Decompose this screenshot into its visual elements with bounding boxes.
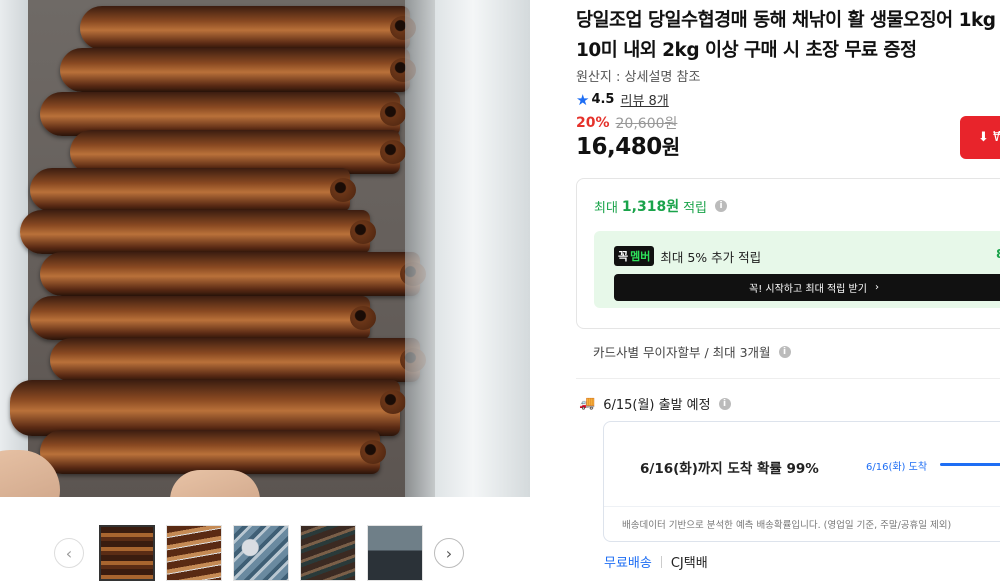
- hand-shape: [170, 470, 260, 497]
- points-suffix: 적립: [683, 200, 708, 216]
- divider: [576, 378, 1000, 379]
- squid-shape: [20, 210, 376, 254]
- coupon-download-button[interactable]: ⬇ ₩: [960, 116, 1000, 159]
- thumbnail-image: [101, 527, 153, 579]
- squid-shape: [40, 252, 426, 296]
- sale-price: 16,480원: [576, 131, 680, 160]
- squid-shape: [60, 48, 416, 92]
- thumbnail-image: [301, 526, 355, 580]
- member-cta-button[interactable]: 꼭! 시작하고 최대 적립 받기 ›: [614, 274, 1000, 301]
- squid-shape: [30, 168, 356, 212]
- thumbnail-image: [234, 526, 288, 580]
- points-box: 최대 1,318원 적립 i 꼭멤버 최대 5% 추가 적립 8 꼭! 시작하고…: [576, 178, 1000, 329]
- chevron-right-glyph: ›: [445, 543, 453, 563]
- squid-shape: [10, 380, 406, 436]
- free-shipping-label: 무료배송: [604, 556, 652, 571]
- star-icon: ★: [576, 90, 590, 109]
- member-badge-right: 멤버: [630, 250, 651, 263]
- departure-text: 6/15(월) 출발 예정: [603, 398, 711, 413]
- chevron-right-icon[interactable]: ›: [434, 538, 464, 568]
- member-benefit-box: 꼭멤버 최대 5% 추가 적립 8 꼭! 시작하고 최대 적립 받기 ›: [594, 231, 1000, 308]
- member-badge: 꼭 멤버: [614, 246, 655, 266]
- info-icon[interactable]: i: [715, 200, 728, 212]
- download-icon: ⬇ ₩: [978, 130, 1000, 145]
- discount-rate: 20%: [576, 115, 610, 131]
- thumbnail-2[interactable]: [166, 525, 222, 581]
- member-row: 꼭 멤버 최대 5% 추가 적립: [614, 246, 761, 266]
- price-value: 16,480: [576, 134, 662, 160]
- price-unit: 원: [661, 135, 680, 159]
- review-link[interactable]: 리뷰 8개: [620, 90, 668, 109]
- points-amount: 1,318원: [621, 199, 680, 215]
- eta-note: 배송데이터 기반으로 분석한 예측 배송확률입니다. (영업일 기준, 주말/공…: [604, 506, 1000, 531]
- rating-row: ★ 4.5 리뷰 8개: [576, 90, 669, 110]
- eta-progress-bar: [940, 463, 1000, 466]
- thumbnail-1[interactable]: [99, 525, 155, 581]
- squid-shape: [40, 430, 386, 474]
- truck-icon: 🚚: [579, 396, 596, 411]
- product-title: 당일조업 당일수협경매 동해 채낚이 활 생물오징어 1kg 10미 내외 2k…: [576, 10, 996, 61]
- shipping-method: 무료배송 CJ택배: [604, 552, 708, 571]
- carrier-label: CJ택배: [670, 556, 708, 571]
- member-cta-label: 꼭! 시작하고 최대 적립 받기: [749, 284, 867, 295]
- squid-shape: [30, 296, 376, 340]
- installment-info: 카드사별 무이자할부 / 최대 3개월 i: [593, 342, 791, 361]
- chevron-left-icon[interactable]: ‹: [54, 538, 84, 568]
- chevron-right-icon: ›: [874, 282, 879, 293]
- product-main-image[interactable]: [0, 0, 530, 497]
- original-price: 20,600원: [615, 116, 678, 132]
- member-badge-left: 꼭: [618, 250, 629, 263]
- eta-main-text: 6/16(화)까지 도착 확률 99%: [640, 461, 819, 477]
- max-points: 최대 1,318원 적립 i: [594, 196, 728, 216]
- box-wall: [435, 0, 530, 497]
- points-prefix: 최대: [594, 200, 618, 216]
- squid-shape: [50, 338, 426, 382]
- info-icon[interactable]: i: [778, 345, 791, 358]
- thumbnail-image: [167, 526, 221, 580]
- eta-label: 6/16(화) 도착: [866, 462, 928, 473]
- installment-text: 카드사별 무이자할부 / 최대 3개월: [593, 345, 771, 360]
- member-text: 최대 5% 추가 적립: [660, 249, 762, 265]
- squid-shape: [80, 6, 416, 50]
- info-icon[interactable]: i: [718, 397, 731, 410]
- thumbnail-4[interactable]: [300, 525, 356, 581]
- separator: [660, 555, 662, 568]
- discount-row: 20% 20,600원: [576, 113, 677, 133]
- thumbnail-3[interactable]: [233, 525, 289, 581]
- thumbnail-5[interactable]: [367, 525, 423, 581]
- delivery-estimate-box: 6/16(화)까지 도착 확률 99% 6/16(화) 도착 배송데이터 기반으…: [603, 421, 1000, 542]
- member-right-value: 8: [996, 246, 1000, 261]
- origin-text: 원산지 : 상세설명 참조: [576, 70, 701, 85]
- thumbnail-image: [368, 526, 422, 580]
- shipping-departure: 🚚 6/15(월) 출발 예정 i: [579, 394, 731, 413]
- chevron-left-glyph: ‹: [65, 543, 73, 563]
- rating-score: 4.5: [591, 92, 615, 107]
